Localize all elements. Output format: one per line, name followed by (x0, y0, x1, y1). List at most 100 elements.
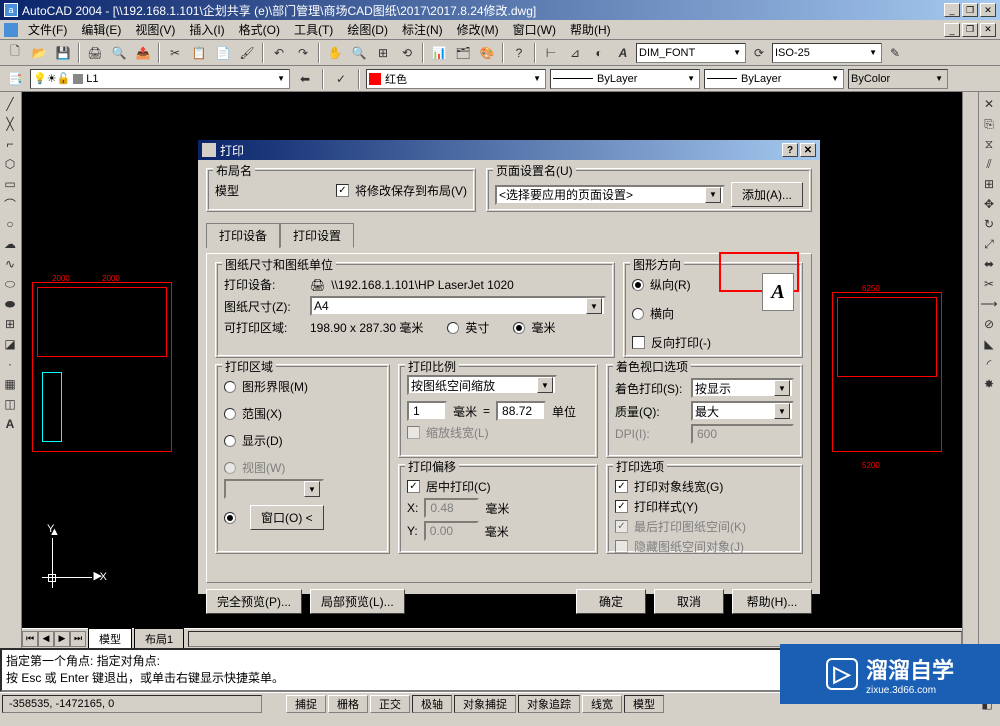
menu-file[interactable]: 文件(F) (22, 19, 73, 40)
scale-right-input[interactable]: 88.72 (496, 401, 546, 421)
preview-icon[interactable]: 🔍 (108, 42, 130, 64)
array-icon[interactable]: ⊞ (979, 174, 999, 194)
zoom-prev-icon[interactable]: ⟲ (396, 42, 418, 64)
xline-icon[interactable]: ╳ (0, 114, 20, 134)
dim-style-combo[interactable]: DIM_FONT▼ (636, 43, 746, 63)
center-checkbox[interactable]: ✓ (407, 480, 420, 493)
dc-icon[interactable]: 🗂 (452, 42, 474, 64)
save-icon[interactable]: 💾 (52, 42, 74, 64)
open-icon[interactable]: 📂 (28, 42, 50, 64)
iso-combo[interactable]: ISO-25▼ (772, 43, 882, 63)
menu-tools[interactable]: 工具(T) (288, 19, 339, 40)
cancel-button[interactable]: 取消 (654, 589, 724, 614)
cut-icon[interactable]: ✂ (164, 42, 186, 64)
pan-icon[interactable]: ✋ (324, 42, 346, 64)
dim-edit-icon[interactable]: ✎ (884, 42, 906, 64)
tab-print-device[interactable]: 打印设备 (206, 223, 280, 248)
scale-left-input[interactable]: 1 (407, 401, 447, 421)
ellipse-icon[interactable]: ⬭ (0, 274, 20, 294)
arc-icon[interactable]: ⌒ (0, 194, 20, 214)
full-preview-button[interactable]: 完全预览(P)... (206, 589, 302, 614)
scale-lw-checkbox[interactable] (407, 426, 420, 439)
block-icon[interactable]: ◪ (0, 334, 20, 354)
menu-help[interactable]: 帮助(H) (564, 19, 617, 40)
maximize-button[interactable]: ❐ (962, 3, 978, 17)
page-setup-combo[interactable]: <选择要应用的页面设置>▼ (495, 185, 725, 205)
stretch-icon[interactable]: ⬌ (979, 254, 999, 274)
rectangle-icon[interactable]: ▭ (0, 174, 20, 194)
color-combo[interactable]: 红色▼ (366, 69, 546, 89)
paste-icon[interactable]: 📄 (212, 42, 234, 64)
help-button[interactable]: 帮助(H)... (732, 589, 812, 614)
tab-last-icon[interactable]: ⏭ (70, 631, 86, 647)
move-icon[interactable]: ✥ (979, 194, 999, 214)
polar-toggle[interactable]: 极轴 (412, 695, 452, 713)
tab-model[interactable]: 模型 (88, 628, 132, 650)
dim-linear-icon[interactable]: ⊢ (540, 42, 562, 64)
tab-next-icon[interactable]: ▶ (54, 631, 70, 647)
trim-icon[interactable]: ✂ (979, 274, 999, 294)
reverse-checkbox[interactable] (632, 336, 645, 349)
copy2-icon[interactable]: ⎘ (979, 114, 999, 134)
view-radio[interactable] (224, 462, 236, 474)
menu-window[interactable]: 窗口(W) (507, 19, 562, 40)
dim-radius-icon[interactable]: ◐ (588, 42, 610, 64)
line-icon[interactable]: ╱ (0, 94, 20, 114)
menu-insert[interactable]: 插入(I) (183, 19, 230, 40)
print-icon[interactable]: 🖨 (84, 42, 106, 64)
linetype-combo[interactable]: ByLayer▼ (550, 69, 700, 89)
tab-layout1[interactable]: 布局1 (134, 628, 184, 650)
mirror-icon[interactable]: ⧖ (979, 134, 999, 154)
ellipse2-icon[interactable]: ⬬ (0, 294, 20, 314)
lineweight-combo[interactable]: ByLayer▼ (704, 69, 844, 89)
dim-update-icon[interactable]: ⟳ (748, 42, 770, 64)
osnap-toggle[interactable]: 对象捕捉 (454, 695, 516, 713)
explode-icon[interactable]: ✸ (979, 374, 999, 394)
dialog-help-icon[interactable]: ? (782, 143, 798, 157)
add-page-setup-button[interactable]: 添加(A)... (731, 182, 803, 207)
paper-size-combo[interactable]: A4▼ (310, 296, 606, 316)
portrait-radio[interactable] (632, 279, 644, 291)
polygon-icon[interactable]: ⬡ (0, 154, 20, 174)
region-icon[interactable]: ◫ (0, 394, 20, 414)
hatch-icon[interactable]: ▦ (0, 374, 20, 394)
revcloud-icon[interactable]: ☁ (0, 234, 20, 254)
redo-icon[interactable]: ↷ (292, 42, 314, 64)
undo-icon[interactable]: ↶ (268, 42, 290, 64)
layer-manager-icon[interactable]: 📑 (4, 68, 26, 90)
fillet-icon[interactable]: ◜ (979, 354, 999, 374)
point-icon[interactable]: · (0, 354, 20, 374)
menu-draw[interactable]: 绘图(D) (341, 19, 394, 40)
extend-icon[interactable]: ⟶ (979, 294, 999, 314)
offset-icon[interactable]: ⫽ (979, 154, 999, 174)
scale-combo[interactable]: 按图纸空间缩放▼ (407, 375, 557, 395)
layer-prev-icon[interactable]: ⬅ (294, 68, 316, 90)
menu-modify[interactable]: 修改(M) (451, 19, 505, 40)
grid-toggle[interactable]: 栅格 (328, 695, 368, 713)
opt-lw-checkbox[interactable]: ✓ (615, 480, 628, 493)
publish-icon[interactable]: 📤 (132, 42, 154, 64)
rotate-icon[interactable]: ↻ (979, 214, 999, 234)
inch-radio[interactable] (447, 322, 459, 334)
close-button[interactable]: ✕ (980, 3, 996, 17)
otrack-toggle[interactable]: 对象追踪 (518, 695, 580, 713)
v-scrollbar[interactable] (962, 92, 978, 648)
partial-preview-button[interactable]: 局部预览(L)... (310, 589, 405, 614)
tab-print-settings[interactable]: 打印设置 (280, 223, 354, 248)
pline-icon[interactable]: ⌐ (0, 134, 20, 154)
lwt-toggle[interactable]: 线宽 (582, 695, 622, 713)
menu-dim[interactable]: 标注(N) (396, 19, 449, 40)
mdi-close[interactable]: ✕ (980, 23, 996, 37)
new-icon[interactable]: 🗋 (4, 42, 26, 64)
minimize-button[interactable]: _ (944, 3, 960, 17)
menu-edit[interactable]: 编辑(E) (75, 19, 127, 40)
opt-style-checkbox[interactable]: ✓ (615, 500, 628, 513)
ok-button[interactable]: 确定 (576, 589, 646, 614)
chamfer-icon[interactable]: ◣ (979, 334, 999, 354)
model-toggle[interactable]: 模型 (624, 695, 664, 713)
dim-text-icon[interactable]: A (612, 42, 634, 64)
extents-radio[interactable] (224, 408, 236, 420)
layer-combo[interactable]: 💡 ☀ 🔓 L1▼ (30, 69, 290, 89)
copy-icon[interactable]: 📋 (188, 42, 210, 64)
menu-format[interactable]: 格式(O) (233, 19, 286, 40)
